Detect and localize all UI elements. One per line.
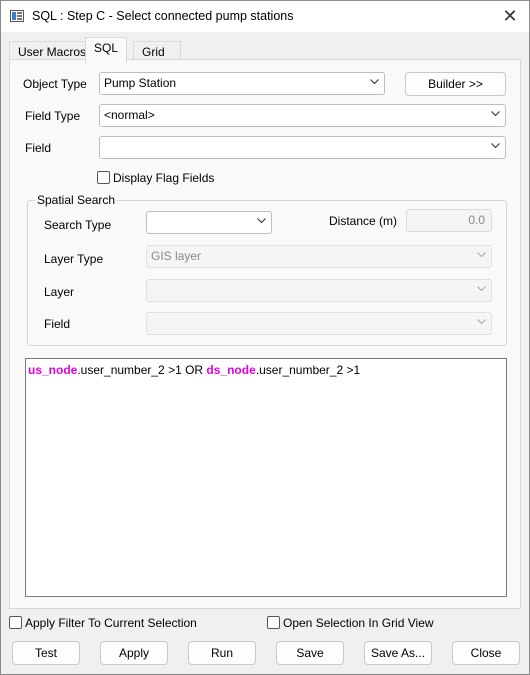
- save-button[interactable]: Save: [276, 641, 344, 665]
- layer-type-dropdown[interactable]: GIS layer: [146, 245, 492, 268]
- spatial-field-dropdown[interactable]: [146, 312, 492, 335]
- spatial-field-label: Field: [44, 317, 71, 331]
- field-type-label: Field Type: [25, 109, 81, 123]
- sql-keyword-ds-node: ds_node: [206, 363, 256, 377]
- sql-dialog-window: SQL : Step C - Select connected pump sta…: [0, 0, 530, 675]
- field-dropdown[interactable]: [99, 136, 506, 159]
- layer-dropdown[interactable]: [146, 279, 492, 302]
- sql-keyword-us-node: us_node: [28, 363, 78, 377]
- object-type-value: Pump Station: [104, 76, 177, 90]
- display-flag-fields-label: Display Flag Fields: [113, 171, 215, 185]
- search-type-dropdown[interactable]: [146, 211, 272, 234]
- layer-label: Layer: [44, 285, 75, 299]
- layer-type-value: GIS layer: [151, 249, 202, 263]
- title-bar[interactable]: SQL : Step C - Select connected pump sta…: [1, 1, 529, 32]
- chevron-down-icon: [370, 79, 379, 87]
- chevron-down-icon: [477, 319, 486, 327]
- spatial-search-title: Spatial Search: [35, 193, 118, 207]
- close-icon[interactable]: ✕: [495, 1, 525, 31]
- open-grid-label: Open Selection In Grid View: [283, 616, 434, 630]
- open-grid-checkbox[interactable]: [267, 616, 280, 629]
- chevron-down-icon: [477, 286, 486, 294]
- chevron-down-icon: [491, 111, 500, 119]
- object-type-dropdown[interactable]: Pump Station: [99, 72, 385, 95]
- apply-button[interactable]: Apply: [100, 641, 168, 665]
- sql-text-1: .user_number_2 >1 OR: [77, 363, 207, 377]
- field-label: Field: [25, 141, 52, 155]
- save-as-button[interactable]: Save As...: [364, 641, 432, 665]
- layer-type-label: Layer Type: [44, 252, 104, 266]
- app-icon: [10, 10, 24, 22]
- apply-filter-label: Apply Filter To Current Selection: [25, 616, 197, 630]
- chevron-down-icon: [257, 218, 266, 226]
- close-button[interactable]: Close: [452, 641, 520, 665]
- field-type-dropdown[interactable]: <normal>: [99, 104, 506, 127]
- chevron-down-icon: [477, 252, 486, 260]
- distance-label: Distance (m): [329, 214, 398, 228]
- test-button[interactable]: Test: [12, 641, 80, 665]
- window-title: SQL : Step C - Select connected pump sta…: [32, 9, 294, 23]
- sql-text-2: .user_number_2 >1: [255, 363, 361, 377]
- tab-sql[interactable]: SQL: [85, 37, 128, 63]
- display-flag-fields-checkbox[interactable]: [97, 171, 110, 184]
- chevron-down-icon: [491, 143, 500, 151]
- object-type-label: Object Type: [23, 77, 87, 91]
- builder-button[interactable]: Builder >>: [405, 72, 506, 96]
- distance-input[interactable]: 0.0: [406, 209, 492, 232]
- apply-filter-checkbox[interactable]: [9, 616, 22, 629]
- sql-editor[interactable]: us_node.user_number_2 >1 OR ds_node.user…: [25, 358, 507, 597]
- sql-query-line: us_node.user_number_2 >1 OR ds_node.user…: [28, 363, 360, 377]
- search-type-label: Search Type: [44, 218, 112, 232]
- field-type-value: <normal>: [104, 108, 155, 122]
- run-button[interactable]: Run: [188, 641, 256, 665]
